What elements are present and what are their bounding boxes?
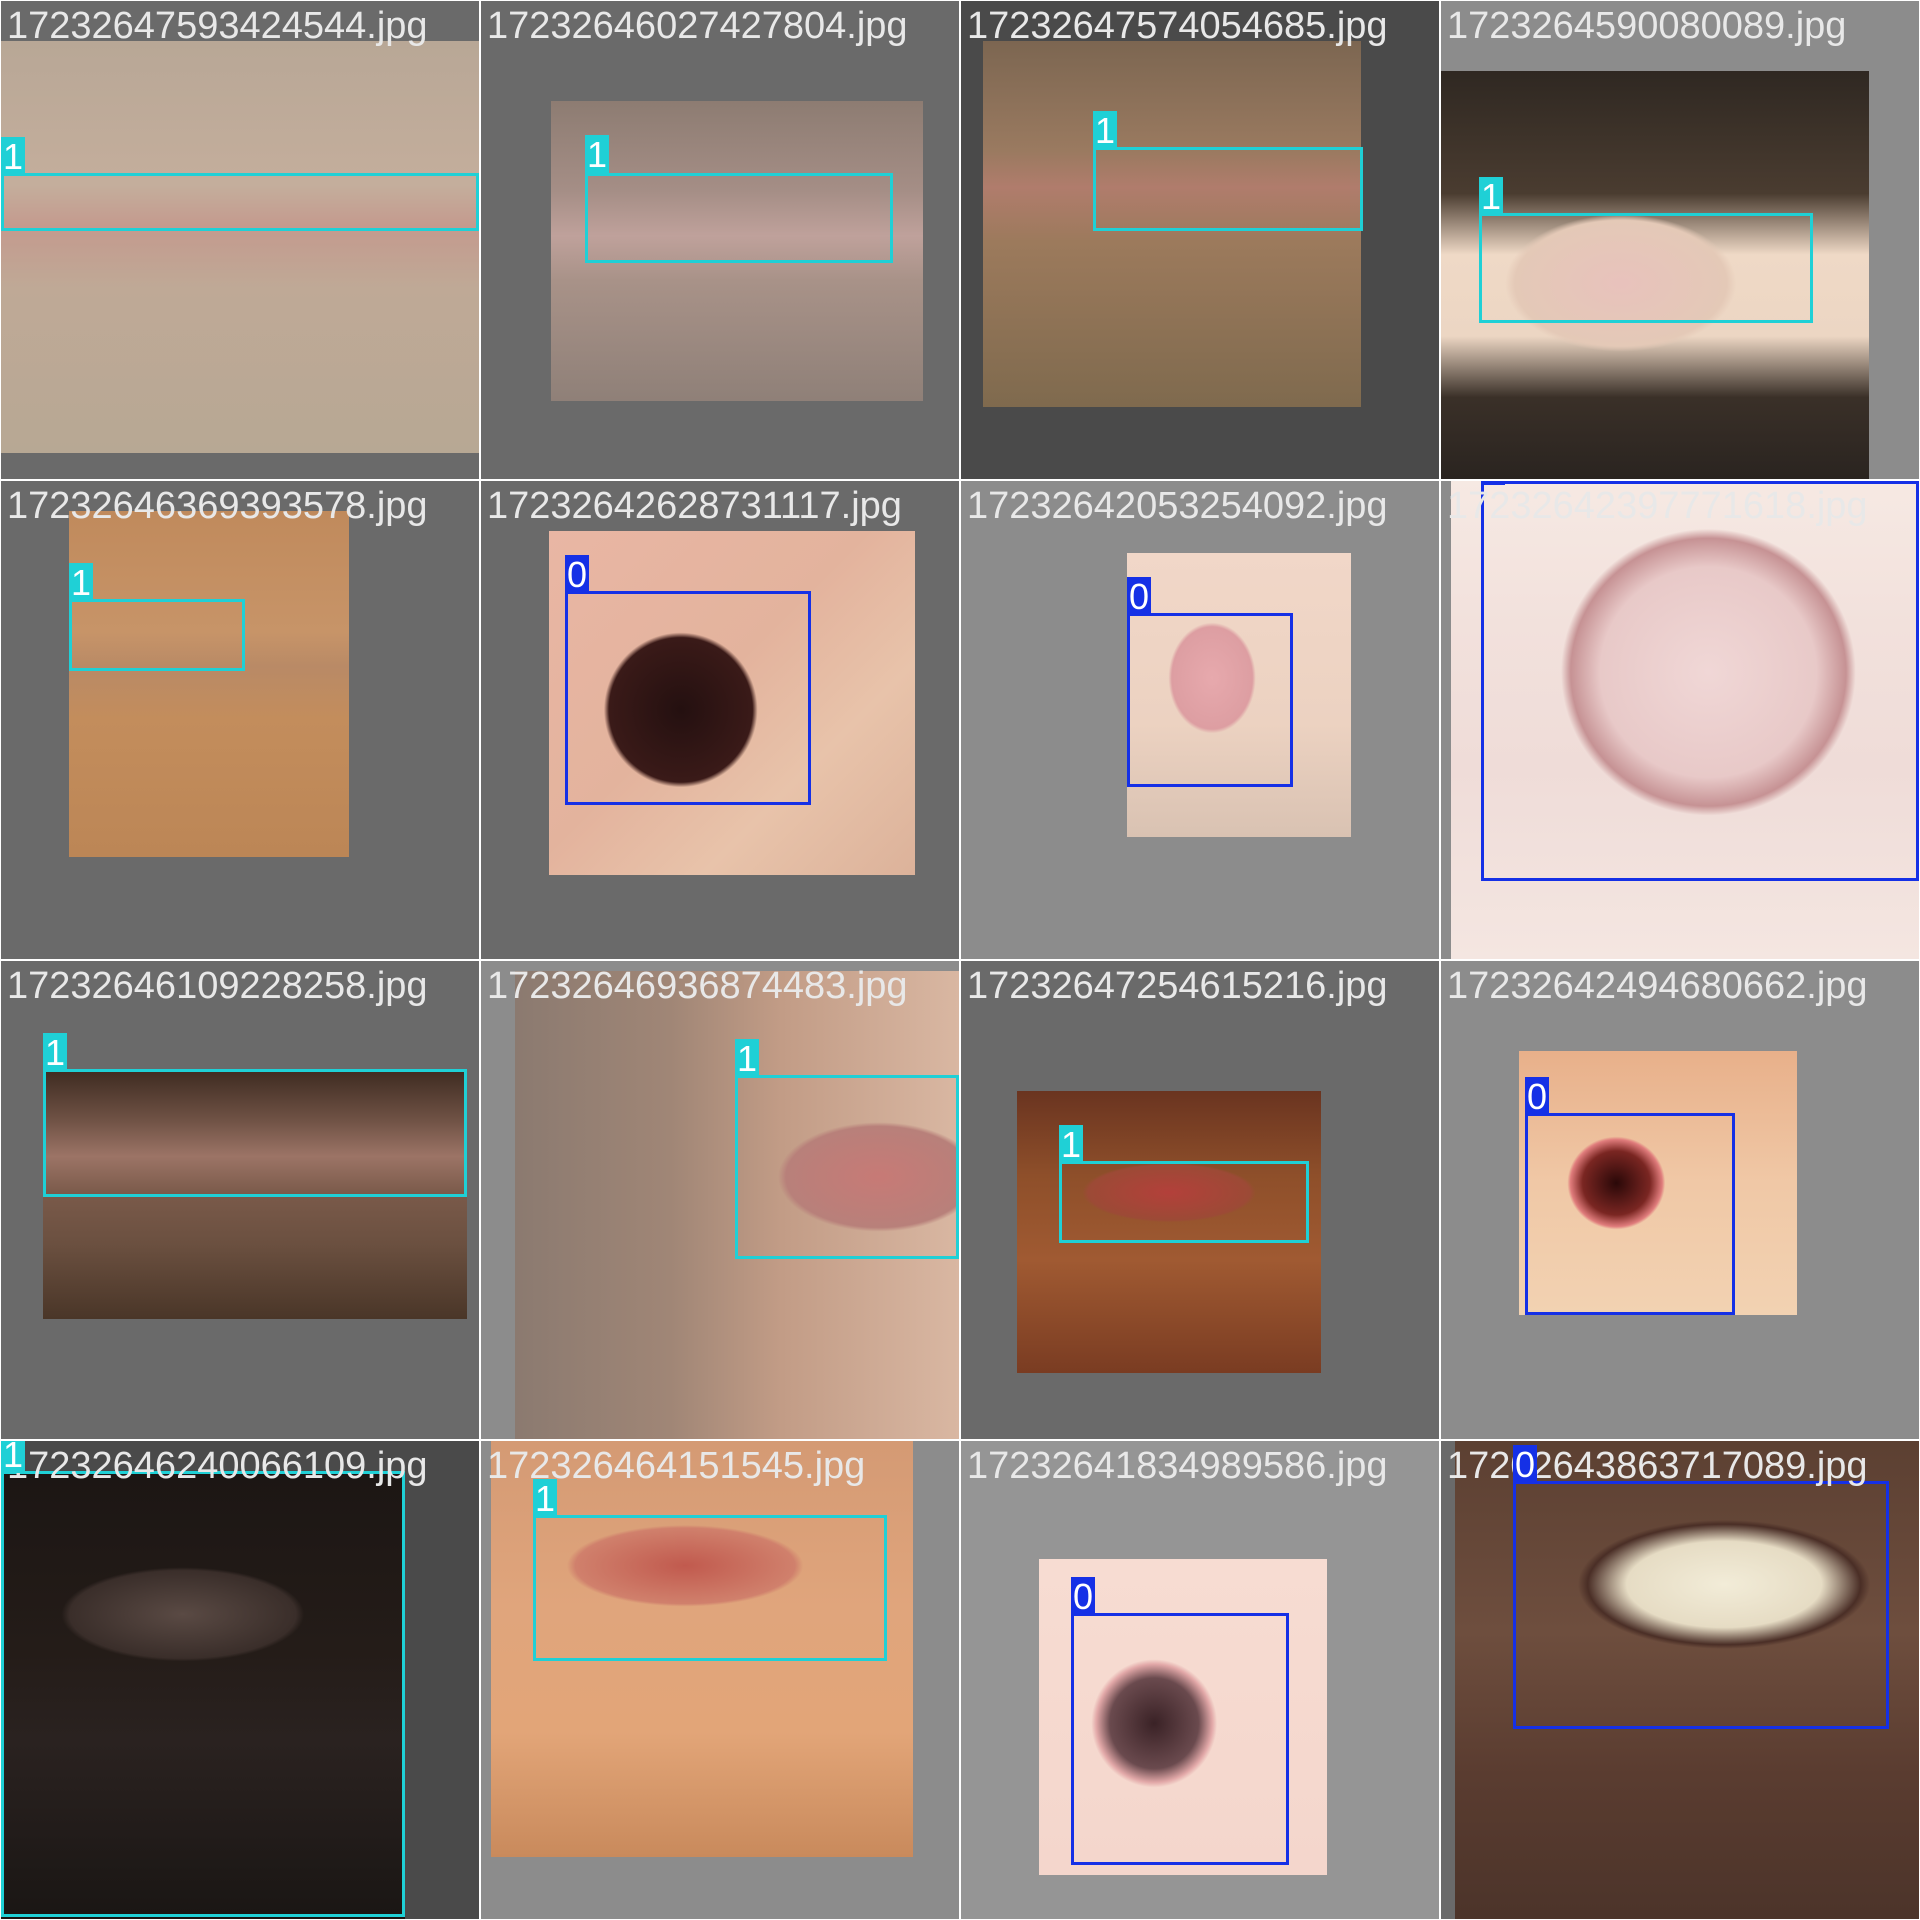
mosaic-tile[interactable]: 17232647593424544.jpg 1 xyxy=(1,1,479,479)
bounding-box xyxy=(1479,213,1813,323)
class-label: 1 xyxy=(533,1478,557,1519)
mouth-photo xyxy=(1,41,479,453)
bounding-box xyxy=(1071,1613,1289,1865)
class-label: 0 xyxy=(565,554,589,595)
bounding-box xyxy=(1127,613,1293,787)
tile-filename: 17232642628731117.jpg xyxy=(487,485,902,527)
class-label: 0 xyxy=(1127,576,1151,617)
tile-filename: 17232641834989586.jpg xyxy=(967,1445,1388,1487)
mosaic-tile[interactable]: 17232647254615216.jpg 1 xyxy=(961,961,1439,1439)
mosaic-tile[interactable]: 17232642494680662.jpg 0 xyxy=(1441,961,1919,1439)
bounding-box xyxy=(1481,481,1919,881)
tile-filename: 17232642053254092.jpg xyxy=(967,485,1388,527)
class-label: 0 xyxy=(1481,481,1505,487)
class-label: 1 xyxy=(69,562,93,603)
mosaic-tile[interactable]: 17232642628731117.jpg 0 xyxy=(481,481,959,959)
mosaic-tile[interactable]: 17232647574054685.jpg 1 xyxy=(961,1,1439,479)
class-label: 0 xyxy=(1071,1576,1095,1617)
bounding-box xyxy=(1525,1113,1735,1315)
mosaic-tile[interactable]: 17232646936874483.jpg 1 xyxy=(481,961,959,1439)
class-label: 1 xyxy=(1093,110,1117,151)
class-label: 1 xyxy=(1,1441,25,1475)
mosaic-tile[interactable]: 17232646027427804.jpg 1 xyxy=(481,1,959,479)
tile-filename: 17202643863717089.jpg xyxy=(1447,1445,1868,1487)
mosaic-tile[interactable]: 17232646109228258.jpg 1 xyxy=(1,961,479,1439)
mosaic-tile[interactable]: 17202643863717089.jpg 0 xyxy=(1441,1441,1919,1919)
bounding-box xyxy=(1,173,479,231)
mosaic-tile[interactable]: 17232642397771618.jpg 0 xyxy=(1441,481,1919,959)
bounding-box xyxy=(1,1471,405,1917)
class-label: 1 xyxy=(43,1032,67,1073)
bounding-box xyxy=(565,591,811,805)
class-label: 1 xyxy=(1479,176,1503,217)
class-label: 1 xyxy=(1059,1124,1083,1165)
mosaic-tile[interactable]: 17232642053254092.jpg 0 xyxy=(961,481,1439,959)
tile-filename: 17232646027427804.jpg xyxy=(487,5,908,47)
class-label: 1 xyxy=(585,134,609,175)
class-label: 0 xyxy=(1525,1076,1549,1117)
tile-filename: 17232646109228258.jpg xyxy=(7,965,428,1007)
bounding-box xyxy=(1059,1161,1309,1243)
tile-filename: 17232647574054685.jpg xyxy=(967,5,1388,47)
tile-filename: 17232647254615216.jpg xyxy=(967,965,1388,1007)
bounding-box xyxy=(43,1069,467,1197)
detection-mosaic: 17232647593424544.jpg 1 1723264602742780… xyxy=(0,0,1920,1920)
mosaic-tile[interactable]: 172326464151545.jpg 1 xyxy=(481,1441,959,1919)
tile-filename: 17232646240066109.jpg xyxy=(7,1445,428,1487)
tile-filename: 17232646369393578.jpg xyxy=(7,485,428,527)
mosaic-tile[interactable]: 17232646369393578.jpg 1 xyxy=(1,481,479,959)
tile-filename: 17232642494680662.jpg xyxy=(1447,965,1868,1007)
bounding-box xyxy=(585,173,893,263)
tile-filename: 1723264590080089.jpg xyxy=(1447,5,1847,47)
bounding-box xyxy=(1093,147,1363,231)
bounding-box xyxy=(735,1075,959,1259)
bounding-box xyxy=(69,599,245,671)
class-label: 0 xyxy=(1513,1444,1537,1485)
class-label: 1 xyxy=(735,1038,759,1079)
class-label: 1 xyxy=(1,136,25,177)
mosaic-tile[interactable]: 1723264590080089.jpg 1 xyxy=(1441,1,1919,479)
bounding-box xyxy=(533,1515,887,1661)
mosaic-tile[interactable]: 17232646240066109.jpg 1 xyxy=(1,1441,479,1919)
tile-filename: 17232647593424544.jpg xyxy=(7,5,428,47)
bounding-box xyxy=(1513,1481,1889,1729)
mouth-photo xyxy=(69,511,349,857)
tile-filename: 17232646936874483.jpg xyxy=(487,965,908,1007)
tile-filename: 17232642397771618.jpg xyxy=(1447,485,1868,527)
mosaic-tile[interactable]: 17232641834989586.jpg 0 xyxy=(961,1441,1439,1919)
